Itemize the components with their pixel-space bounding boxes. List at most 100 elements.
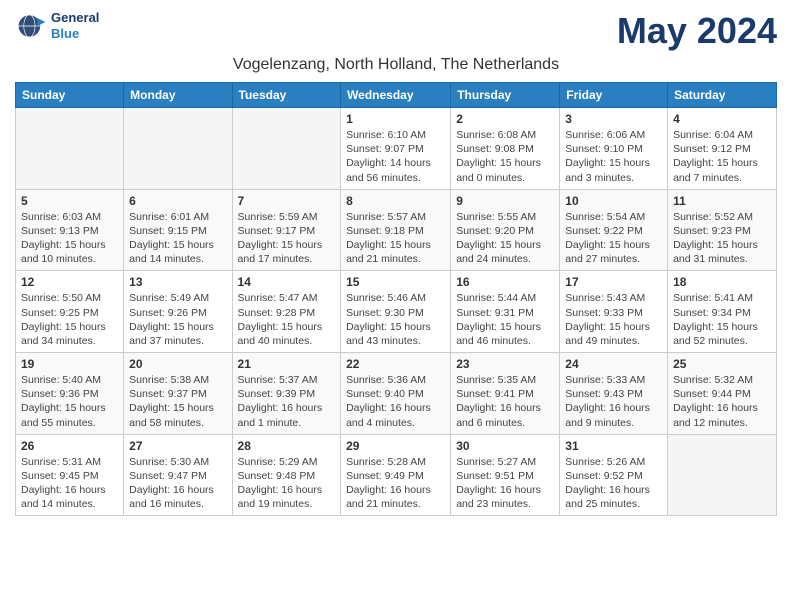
calendar-cell: 19Sunrise: 5:40 AM Sunset: 9:36 PM Dayli… xyxy=(16,353,124,435)
day-number: 23 xyxy=(456,357,554,371)
weekday-header-wednesday: Wednesday xyxy=(341,83,451,108)
day-number: 30 xyxy=(456,439,554,453)
day-number: 31 xyxy=(565,439,662,453)
calendar-week-2: 5 Sunrise: 6:03 AM Sunset: 9:13 PM Daylig… xyxy=(16,189,777,271)
day-number: 12 xyxy=(21,275,118,289)
calendar-cell: 12 Sunrise: 5:50 AM Sunset: 9:25 PM Dayli… xyxy=(16,271,124,353)
day-number: 19 xyxy=(21,357,118,371)
day-info: Sunrise: 6:10 AM Sunset: 9:07 PM Dayligh… xyxy=(346,128,445,185)
day-info: Sunrise: 6:08 AM Sunset: 9:08 PM Dayligh… xyxy=(456,128,554,185)
subtitle: Vogelenzang, North Holland, The Netherla… xyxy=(15,56,777,74)
calendar-cell: 13 Sunrise: 5:49 AM Sunset: 9:26 PM Dayli… xyxy=(124,271,232,353)
calendar-cell: 25Sunrise: 5:32 AM Sunset: 9:44 PM Dayli… xyxy=(668,353,777,435)
calendar-cell: 22 Sunrise: 5:36 AM Sunset: 9:40 PM Dayli… xyxy=(341,353,451,435)
calendar-week-4: 19Sunrise: 5:40 AM Sunset: 9:36 PM Dayli… xyxy=(16,353,777,435)
day-number: 27 xyxy=(129,439,226,453)
weekday-header-tuesday: Tuesday xyxy=(232,83,341,108)
day-info: Sunrise: 5:33 AM Sunset: 9:43 PM Dayligh… xyxy=(565,373,662,430)
day-number: 16 xyxy=(456,275,554,289)
calendar-cell xyxy=(16,108,124,190)
day-info: Sunrise: 5:49 AM Sunset: 9:26 PM Dayligh… xyxy=(129,291,226,348)
calendar-cell: 26 Sunrise: 5:31 AM Sunset: 9:45 PM Dayli… xyxy=(16,434,124,516)
day-number: 5 xyxy=(21,194,118,208)
day-info: Sunrise: 5:50 AM Sunset: 9:25 PM Dayligh… xyxy=(21,291,118,348)
month-title: May 2024 xyxy=(617,10,777,52)
day-number: 18 xyxy=(673,275,771,289)
calendar-cell: 1 Sunrise: 6:10 AM Sunset: 9:07 PM Daylig… xyxy=(341,108,451,190)
day-info: Sunrise: 5:26 AM Sunset: 9:52 PM Dayligh… xyxy=(565,455,662,512)
calendar-cell xyxy=(124,108,232,190)
day-number: 17 xyxy=(565,275,662,289)
day-info: Sunrise: 5:59 AM Sunset: 9:17 PM Dayligh… xyxy=(238,210,336,267)
day-info: Sunrise: 5:46 AM Sunset: 9:30 PM Dayligh… xyxy=(346,291,445,348)
calendar-cell: 16 Sunrise: 5:44 AM Sunset: 9:31 PM Dayli… xyxy=(451,271,560,353)
day-info: Sunrise: 5:29 AM Sunset: 9:48 PM Dayligh… xyxy=(238,455,336,512)
day-info: Sunrise: 5:28 AM Sunset: 9:49 PM Dayligh… xyxy=(346,455,445,512)
weekday-header-friday: Friday xyxy=(560,83,668,108)
logo-line1: General xyxy=(51,10,99,26)
calendar-cell: 6 Sunrise: 6:01 AM Sunset: 9:15 PM Daylig… xyxy=(124,189,232,271)
day-number: 1 xyxy=(346,112,445,126)
calendar-cell: 4Sunrise: 6:04 AM Sunset: 9:12 PM Daylig… xyxy=(668,108,777,190)
calendar-cell xyxy=(668,434,777,516)
day-number: 29 xyxy=(346,439,445,453)
day-info: Sunrise: 5:41 AM Sunset: 9:34 PM Dayligh… xyxy=(673,291,771,348)
day-info: Sunrise: 6:06 AM Sunset: 9:10 PM Dayligh… xyxy=(565,128,662,185)
day-number: 25 xyxy=(673,357,771,371)
day-info: Sunrise: 5:52 AM Sunset: 9:23 PM Dayligh… xyxy=(673,210,771,267)
calendar-cell: 17Sunrise: 5:43 AM Sunset: 9:33 PM Dayli… xyxy=(560,271,668,353)
calendar-week-5: 26 Sunrise: 5:31 AM Sunset: 9:45 PM Dayli… xyxy=(16,434,777,516)
calendar-cell: 30 Sunrise: 5:27 AM Sunset: 9:51 PM Dayli… xyxy=(451,434,560,516)
calendar-cell: 8Sunrise: 5:57 AM Sunset: 9:18 PM Daylig… xyxy=(341,189,451,271)
calendar-cell: 11 Sunrise: 5:52 AM Sunset: 9:23 PM Dayli… xyxy=(668,189,777,271)
calendar-cell xyxy=(232,108,341,190)
day-number: 10 xyxy=(565,194,662,208)
day-number: 2 xyxy=(456,112,554,126)
day-number: 26 xyxy=(21,439,118,453)
weekday-header-thursday: Thursday xyxy=(451,83,560,108)
calendar-cell: 23 Sunrise: 5:35 AM Sunset: 9:41 PM Dayli… xyxy=(451,353,560,435)
calendar-cell: 21Sunrise: 5:37 AM Sunset: 9:39 PM Dayli… xyxy=(232,353,341,435)
calendar-cell: 31 Sunrise: 5:26 AM Sunset: 9:52 PM Dayli… xyxy=(560,434,668,516)
day-number: 3 xyxy=(565,112,662,126)
day-number: 6 xyxy=(129,194,226,208)
calendar-cell: 24Sunrise: 5:33 AM Sunset: 9:43 PM Dayli… xyxy=(560,353,668,435)
calendar-week-3: 12 Sunrise: 5:50 AM Sunset: 9:25 PM Dayli… xyxy=(16,271,777,353)
logo-line2: Blue xyxy=(51,26,99,42)
day-number: 7 xyxy=(238,194,336,208)
weekday-header-saturday: Saturday xyxy=(668,83,777,108)
calendar-table: SundayMondayTuesdayWednesdayThursdayFrid… xyxy=(15,82,777,516)
day-info: Sunrise: 5:37 AM Sunset: 9:39 PM Dayligh… xyxy=(238,373,336,430)
logo-icon xyxy=(15,10,47,42)
day-info: Sunrise: 5:44 AM Sunset: 9:31 PM Dayligh… xyxy=(456,291,554,348)
day-info: Sunrise: 6:01 AM Sunset: 9:15 PM Dayligh… xyxy=(129,210,226,267)
day-number: 28 xyxy=(238,439,336,453)
calendar-cell: 5 Sunrise: 6:03 AM Sunset: 9:13 PM Daylig… xyxy=(16,189,124,271)
calendar-cell: 9Sunrise: 5:55 AM Sunset: 9:20 PM Daylig… xyxy=(451,189,560,271)
calendar-cell: 10 Sunrise: 5:54 AM Sunset: 9:22 PM Dayli… xyxy=(560,189,668,271)
day-number: 14 xyxy=(238,275,336,289)
day-number: 11 xyxy=(673,194,771,208)
calendar-week-1: 1 Sunrise: 6:10 AM Sunset: 9:07 PM Daylig… xyxy=(16,108,777,190)
calendar-cell: 15 Sunrise: 5:46 AM Sunset: 9:30 PM Dayli… xyxy=(341,271,451,353)
day-info: Sunrise: 5:30 AM Sunset: 9:47 PM Dayligh… xyxy=(129,455,226,512)
day-info: Sunrise: 5:27 AM Sunset: 9:51 PM Dayligh… xyxy=(456,455,554,512)
day-info: Sunrise: 5:31 AM Sunset: 9:45 PM Dayligh… xyxy=(21,455,118,512)
day-number: 22 xyxy=(346,357,445,371)
calendar-cell: 14Sunrise: 5:47 AM Sunset: 9:28 PM Dayli… xyxy=(232,271,341,353)
day-info: Sunrise: 5:35 AM Sunset: 9:41 PM Dayligh… xyxy=(456,373,554,430)
weekday-header-row: SundayMondayTuesdayWednesdayThursdayFrid… xyxy=(16,83,777,108)
day-number: 13 xyxy=(129,275,226,289)
weekday-header-sunday: Sunday xyxy=(16,83,124,108)
day-number: 8 xyxy=(346,194,445,208)
day-info: Sunrise: 5:36 AM Sunset: 9:40 PM Dayligh… xyxy=(346,373,445,430)
day-number: 15 xyxy=(346,275,445,289)
logo: General Blue xyxy=(15,10,99,42)
calendar-cell: 28 Sunrise: 5:29 AM Sunset: 9:48 PM Dayli… xyxy=(232,434,341,516)
day-number: 4 xyxy=(673,112,771,126)
day-info: Sunrise: 6:03 AM Sunset: 9:13 PM Dayligh… xyxy=(21,210,118,267)
calendar-cell: 20Sunrise: 5:38 AM Sunset: 9:37 PM Dayli… xyxy=(124,353,232,435)
day-info: Sunrise: 5:38 AM Sunset: 9:37 PM Dayligh… xyxy=(129,373,226,430)
calendar-cell: 2 Sunrise: 6:08 AM Sunset: 9:08 PM Daylig… xyxy=(451,108,560,190)
day-info: Sunrise: 5:54 AM Sunset: 9:22 PM Dayligh… xyxy=(565,210,662,267)
